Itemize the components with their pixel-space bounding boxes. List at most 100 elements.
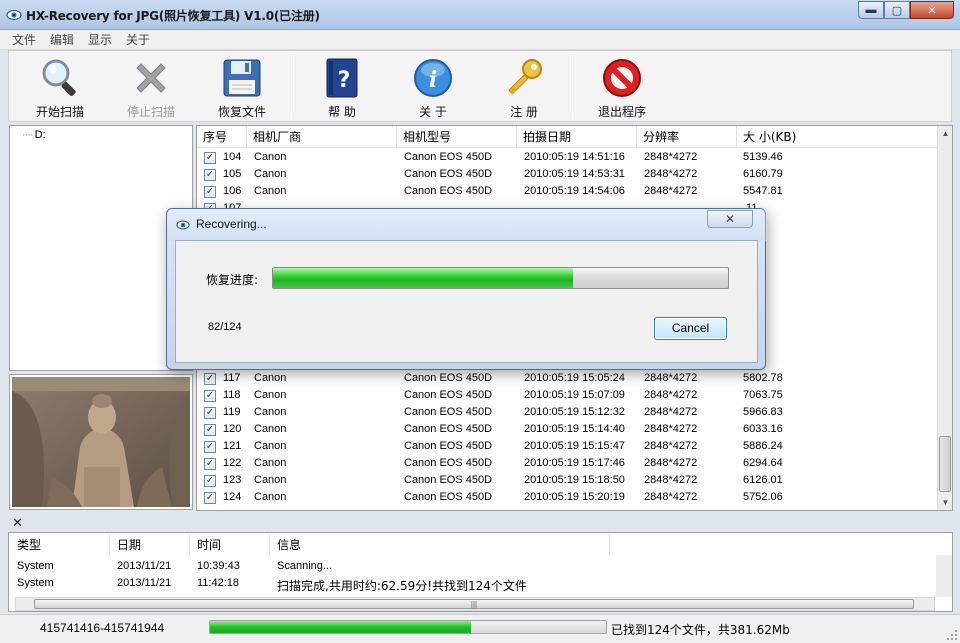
buddha-statue-image [12, 377, 190, 507]
row-checkbox[interactable]: ✓ [204, 373, 216, 385]
row-checkbox[interactable]: ✓ [204, 186, 216, 198]
close-window-button[interactable]: ✕ [910, 1, 954, 19]
help-button[interactable]: ? 帮 助 [303, 51, 381, 121]
register-button[interactable]: 注 册 [485, 51, 563, 121]
minimize-button[interactable]: ▬ [858, 1, 884, 19]
menu-file[interactable]: 文件 [12, 31, 36, 48]
table-row[interactable]: ✓ 123 Canon Canon EOS 450D 2010:05:19 15:18:… [197, 472, 938, 489]
files-found-summary: 已找到124个文件，共381.62Mb [611, 623, 790, 637]
table-cell: 6294.64 [743, 457, 783, 469]
table-cell: 6126.01 [743, 474, 783, 486]
table-row[interactable]: ✓ 124 Canon Canon EOS 450D 2010:05:19 15:20:… [197, 489, 938, 506]
log-vertical-scrollbar[interactable] [936, 555, 952, 597]
table-cell: 5752.06 [743, 491, 783, 503]
table-cell: 2848*4272 [644, 457, 698, 469]
table-cell: Canon [254, 423, 287, 435]
table-vertical-scrollbar[interactable]: ▲ ▼ [937, 126, 952, 510]
table-row[interactable]: ✓ 106 Canon Canon EOS 450D 2010:05:19 14:54:… [197, 183, 938, 200]
about-button[interactable]: i 关 于 [394, 51, 472, 121]
table-cell: Canon [254, 491, 287, 503]
window-title: HX-Recovery for JPG(照片恢复工具) V1.0(已注册) [26, 9, 320, 23]
log-horizontal-scrollbar[interactable]: ||| [15, 597, 935, 611]
tree-item-label: D: [34, 129, 46, 141]
col-header-index[interactable]: 序号 [197, 126, 247, 148]
dialog-eye-icon [176, 220, 190, 230]
table-cell: 5966.83 [743, 406, 783, 418]
stop-scan-button[interactable]: 停止扫描 [112, 51, 190, 121]
table-cell: 7063.75 [743, 389, 783, 401]
table-cell: Canon EOS 450D [404, 389, 493, 401]
exit-program-button[interactable]: 退出程序 [583, 51, 661, 121]
recovering-dialog: Recovering... ✕ 恢复进度: 82/124 Cancel [166, 208, 767, 370]
log-cell: 扫描完成,共用时约:62.59分!共找到124个文件 [277, 579, 527, 593]
recover-progress-fill [273, 268, 574, 288]
col-header-resolution[interactable]: 分辨率 [637, 126, 737, 148]
table-cell: 5886.24 [743, 440, 783, 452]
table-cell: Canon [254, 457, 287, 469]
table-row[interactable]: ✓ 122 Canon Canon EOS 450D 2010:05:19 15:17:… [197, 455, 938, 472]
table-row[interactable]: ✓ 121 Canon Canon EOS 450D 2010:05:19 15:15:… [197, 438, 938, 455]
scroll-thumb[interactable] [939, 436, 951, 492]
row-checkbox[interactable]: ✓ [204, 390, 216, 402]
log-cell: System [17, 577, 54, 589]
log-panel: 类型 日期 时间 信息 System 2013/11/21 10:39:43 S… [8, 532, 953, 612]
log-cell: 10:39:43 [197, 560, 240, 572]
scroll-up-arrow-icon[interactable]: ▲ [938, 126, 952, 141]
log-cell: 11:42:18 [197, 577, 240, 589]
table-cell: Canon EOS 450D [404, 474, 493, 486]
table-cell: 120 [223, 423, 242, 435]
table-cell: 2010:05:19 15:12:32 [524, 406, 625, 418]
log-hscroll-thumb[interactable]: ||| [34, 599, 914, 609]
col-header-date[interactable]: 拍摄日期 [517, 126, 637, 148]
menu-about[interactable]: 关于 [126, 31, 150, 48]
table-row[interactable]: ✓ 104 Canon Canon EOS 450D 2010:05:19 14:51:… [197, 149, 938, 166]
table-row[interactable]: ✓ 117 Canon Canon EOS 450D 2010:05:19 15:05:… [197, 370, 938, 387]
log-col-message[interactable]: 信息 [277, 536, 301, 553]
table-row[interactable]: ✓ 118 Canon Canon EOS 450D 2010:05:19 15:07:… [197, 387, 938, 404]
table-cell: 5547.81 [743, 185, 783, 197]
tree-item-drive[interactable]: ···· D: [22, 129, 46, 141]
log-col-time[interactable]: 时间 [197, 536, 221, 553]
col-header-maker[interactable]: 相机厂商 [247, 126, 397, 148]
magnifier-icon [42, 59, 76, 96]
table-row[interactable]: ✓ 119 Canon Canon EOS 450D 2010:05:19 15:12:… [197, 404, 938, 421]
row-checkbox[interactable]: ✓ [204, 458, 216, 470]
status-progress-fill [210, 621, 472, 633]
menu-view[interactable]: 显示 [88, 31, 112, 48]
start-scan-button[interactable]: 开始扫描 [21, 51, 99, 121]
row-checkbox[interactable]: ✓ [204, 152, 216, 164]
table-cell: Canon [254, 151, 287, 163]
resize-grip-icon[interactable] [946, 629, 958, 641]
row-checkbox[interactable]: ✓ [204, 441, 216, 453]
table-row[interactable]: ✓ 105 Canon Canon EOS 450D 2010:05:19 14:53:… [197, 166, 938, 183]
recover-files-label: 恢复文件 [217, 105, 266, 119]
dialog-title: Recovering... [196, 217, 267, 231]
cancel-button[interactable]: Cancel [654, 317, 727, 340]
recover-files-button[interactable]: 恢复文件 [203, 51, 281, 121]
col-header-size[interactable]: 大 小(KB) [737, 126, 938, 148]
table-cell: 2848*4272 [644, 491, 698, 503]
dialog-close-button[interactable]: ✕ [707, 210, 753, 228]
svg-text:?: ? [338, 68, 351, 93]
row-checkbox[interactable]: ✓ [204, 475, 216, 487]
maximize-button[interactable]: ▢ [884, 1, 910, 19]
col-header-model[interactable]: 相机型号 [397, 126, 517, 148]
log-col-type[interactable]: 类型 [17, 536, 41, 553]
menu-edit[interactable]: 编辑 [50, 31, 74, 48]
table-cell: 122 [223, 457, 242, 469]
table-cell: Canon EOS 450D [404, 440, 493, 452]
table-row[interactable]: ✓ 120 Canon Canon EOS 450D 2010:05:19 15:14:… [197, 421, 938, 438]
table-cell: Canon EOS 450D [404, 185, 493, 197]
register-label: 注 册 [510, 105, 538, 119]
row-checkbox[interactable]: ✓ [204, 169, 216, 181]
log-col-date[interactable]: 日期 [117, 536, 141, 553]
log-close-icon[interactable]: ✕ [12, 515, 23, 531]
row-checkbox[interactable]: ✓ [204, 492, 216, 504]
row-checkbox[interactable]: ✓ [204, 424, 216, 436]
row-checkbox[interactable]: ✓ [204, 407, 216, 419]
scroll-down-arrow-icon[interactable]: ▼ [938, 495, 952, 510]
table-cell: 2848*4272 [644, 423, 698, 435]
table-cell: 5802.78 [743, 372, 783, 384]
table-cell: 2848*4272 [644, 151, 698, 163]
table-cell: 2010:05:19 14:53:31 [524, 168, 625, 180]
